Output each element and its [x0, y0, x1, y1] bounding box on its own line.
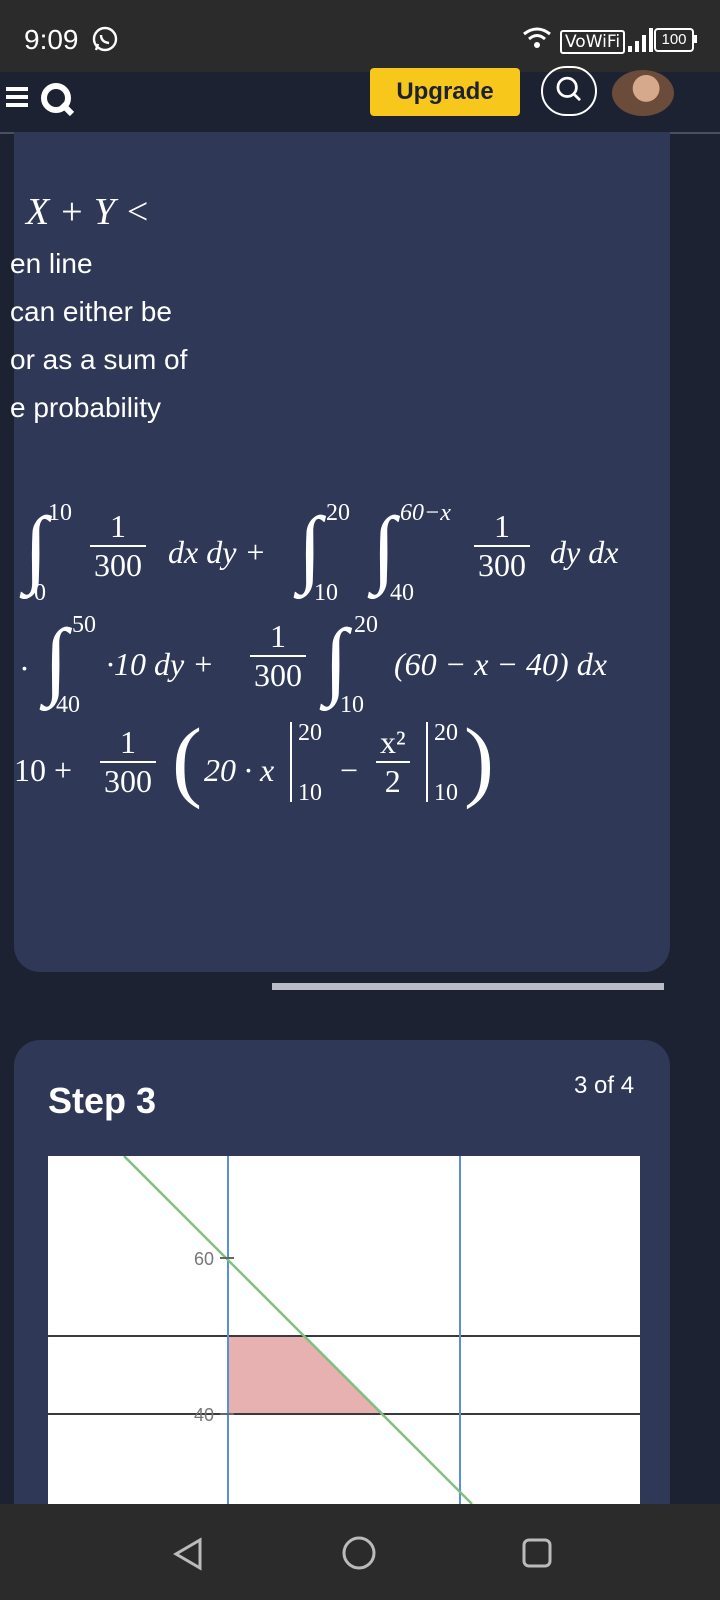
limit-lower: 0 — [34, 580, 46, 606]
recents-icon[interactable] — [520, 1536, 554, 1570]
inner-term: 20 · x — [204, 752, 275, 788]
eval-bar — [426, 722, 428, 802]
whatsapp-icon — [92, 26, 118, 52]
solution-text-line: en line — [10, 248, 93, 279]
status-time: 9:09 — [24, 24, 79, 55]
avatar[interactable] — [612, 70, 674, 116]
minus: − — [340, 752, 359, 788]
battery-cap — [694, 35, 697, 43]
diagonal-line — [123, 1156, 473, 1504]
differential: dy dx — [550, 534, 619, 570]
eval-upper: 20 — [434, 720, 458, 746]
shaded-region — [228, 1336, 384, 1414]
solution-text-line: can either be — [10, 296, 172, 327]
limit-lower: 40 — [390, 580, 414, 606]
integral-sign: ∫ — [372, 499, 396, 595]
term: ·10 dy + — [106, 646, 214, 682]
integral-sign: ∫ — [298, 499, 322, 595]
fraction: 1 300 — [90, 508, 146, 584]
region-graph: 60 40 — [48, 1156, 640, 1504]
tick-label-60: 60 — [194, 1249, 214, 1269]
search-icon — [556, 76, 582, 102]
app-header — [0, 72, 720, 134]
equation-3: 10 + 1 300 ( 20 · x 20 10 − x² 2 20 10 ) — [14, 711, 654, 828]
limit-upper: 20 — [354, 612, 378, 638]
battery-indicator: 100 — [654, 28, 694, 52]
integral-sign: ∫ — [324, 611, 348, 707]
limit-upper: 50 — [72, 612, 96, 638]
paren-left: ( — [172, 711, 202, 810]
eval-upper: 20 — [298, 720, 322, 746]
step-counter: 3 of 4 — [574, 1072, 635, 1099]
limit-lower: 10 — [340, 692, 364, 718]
eval-lower: 10 — [298, 780, 322, 806]
limit-upper: 60−x — [400, 500, 451, 526]
limit-lower: 40 — [56, 692, 80, 718]
step-title: Step 3 — [48, 1080, 157, 1121]
differential: dx dy + — [168, 534, 266, 570]
vowifi-badge: VoWiFi — [560, 30, 626, 54]
fraction: 1 300 — [474, 508, 530, 584]
solution-text-line: or as a sum of — [10, 344, 188, 375]
limit-lower: 10 — [314, 580, 338, 606]
paren-right: ) — [464, 711, 494, 810]
tick-label-40: 40 — [194, 1405, 214, 1425]
logo-icon[interactable] — [40, 82, 74, 116]
math-fragment: X + Y < — [26, 191, 151, 233]
horizontal-scrollbar[interactable] — [272, 983, 664, 990]
lead-term: 10 + — [14, 752, 73, 788]
fraction: 1 300 — [250, 618, 306, 694]
integral-sign: ∫ — [44, 611, 68, 707]
fraction: 1 300 — [100, 724, 156, 800]
wifi-icon — [523, 27, 551, 48]
fraction: x² 2 — [376, 724, 410, 800]
upgrade-button[interactable]: Upgrade — [370, 68, 520, 116]
graph-svg: 60 40 — [48, 1156, 640, 1504]
eval-lower: 10 — [434, 780, 458, 806]
integrand: (60 − x − 40) dx — [394, 646, 607, 682]
home-icon[interactable] — [340, 1534, 378, 1572]
equation-2: · ∫ 50 40 ·10 dy + 1 300 ∫ 20 10 (60 − x … — [20, 611, 607, 718]
limit-upper: 20 — [326, 500, 350, 526]
solution-text-line: e probability — [10, 392, 161, 423]
back-icon[interactable] — [170, 1536, 206, 1572]
menu-icon[interactable] — [6, 84, 32, 108]
search-button[interactable] — [541, 66, 597, 116]
eval-bar — [290, 722, 292, 802]
limit-upper: 10 — [48, 500, 72, 526]
equation-1: ∫ 10 0 1 300 dx dy + ∫ 20 10 ∫ 60−x 40 13… — [20, 500, 660, 610]
integral-sign: ∫ — [24, 499, 48, 595]
